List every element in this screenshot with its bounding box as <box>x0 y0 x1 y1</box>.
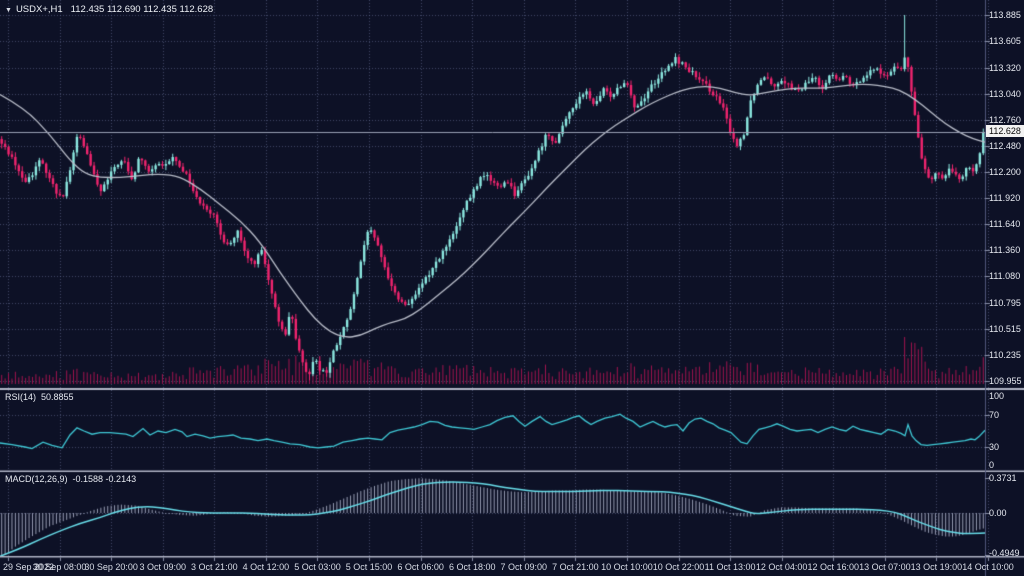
price-axis-label: 110.235 <box>989 350 1021 361</box>
rsi-axis-label: 100 <box>989 391 1004 402</box>
price-axis-label: 113.885 <box>989 10 1021 21</box>
price-axis-label: 111.640 <box>989 219 1020 230</box>
macd-axis-label: 0.00 <box>989 508 1007 519</box>
ohlc-quote: 112.435 112.690 112.435 112.628 <box>71 4 213 15</box>
rsi-label: RSI(14) <box>5 392 36 402</box>
rsi-axis-label: 70 <box>989 410 999 421</box>
price-axis-label: 111.360 <box>989 245 1020 256</box>
symbol-dropdown-icon[interactable]: ▼ <box>5 7 12 14</box>
chart-title-bar[interactable]: ▼ USDX+,H1 112.435 112.690 112.435 112.628 <box>5 4 213 15</box>
price-axis-label: 110.795 <box>989 298 1021 309</box>
rsi-value: 50.8855 <box>41 392 74 402</box>
symbol-timeframe[interactable]: USDX+,H1 <box>16 4 63 15</box>
rsi-indicator-label: RSI(14) 50.8855 <box>5 392 74 402</box>
price-axis-label: 113.605 <box>989 36 1021 47</box>
price-axis-label: 111.920 <box>989 193 1020 204</box>
price-axis-label: 113.040 <box>989 89 1021 100</box>
macd-indicator-label: MACD(12,26,9) -0.1588 -0.2143 <box>5 474 136 484</box>
price-axis-label: 111.080 <box>989 271 1020 282</box>
macd-label: MACD(12,26,9) <box>5 474 68 484</box>
chart-canvas[interactable] <box>0 0 1024 576</box>
macd-axis-label: -0.4949 <box>989 548 1020 559</box>
rsi-axis-label: 0 <box>989 460 994 471</box>
macd-axis-label: 0.3731 <box>989 473 1017 484</box>
time-axis-label: 14 Oct 10:00 <box>948 562 1024 572</box>
current-price-badge: 112.628 <box>986 125 1024 137</box>
trading-chart-window: ▼ USDX+,H1 112.435 112.690 112.435 112.628… <box>0 0 1024 576</box>
rsi-axis-label: 30 <box>989 442 999 453</box>
price-axis-label: 112.480 <box>989 141 1021 152</box>
price-axis-label: 112.760 <box>989 115 1021 126</box>
macd-values: -0.1588 -0.2143 <box>73 474 137 484</box>
price-axis-label: 109.955 <box>989 376 1022 387</box>
price-axis-label: 110.515 <box>989 324 1021 335</box>
price-axis-label: 113.320 <box>989 63 1021 74</box>
price-axis-label: 112.200 <box>989 167 1021 178</box>
